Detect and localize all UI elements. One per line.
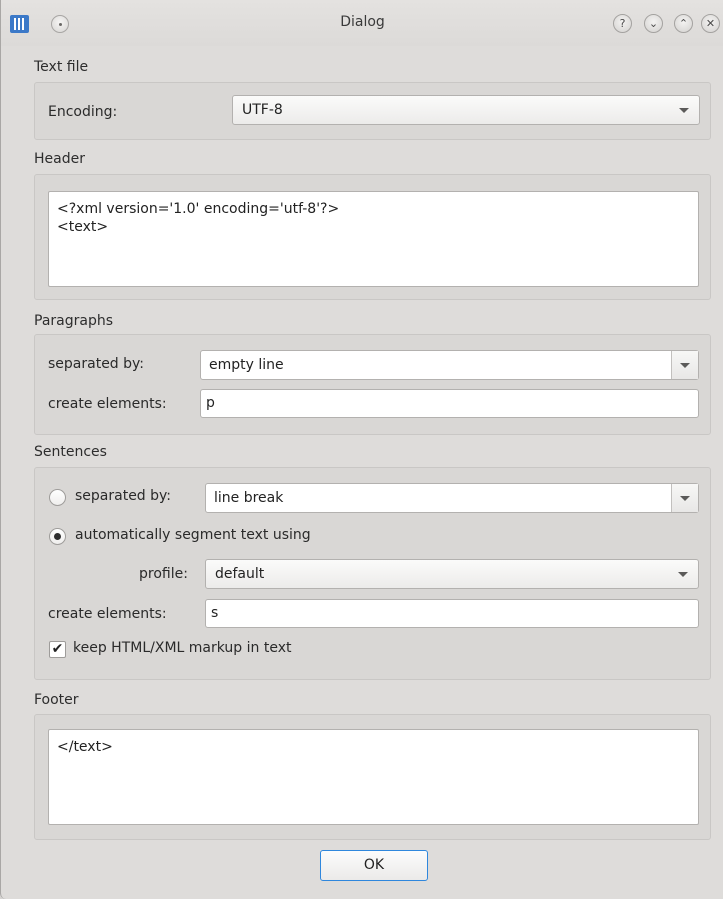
sentences-group-title: Sentences [34,444,107,460]
paragraphs-group-title: Paragraphs [34,313,114,329]
text-file-group: Encoding: UTF-8 [34,82,711,140]
header-group-title: Header [34,151,85,167]
title-bar[interactable]: Dialog ? ⌄ ⌃ ✕ [1,0,723,46]
auto-segment-label[interactable]: automatically segment text using [75,527,311,543]
text-file-group-title: Text file [34,59,89,75]
sentences-separator-combo[interactable]: line break [205,483,699,513]
paragraphs-separator-combo[interactable]: empty line [200,350,699,380]
minimize-button[interactable]: ⌄ [644,14,663,33]
sentences-elements-label: create elements: [48,606,167,622]
profile-label: profile: [139,566,188,582]
encoding-label: Encoding: [48,104,118,120]
maximize-button[interactable]: ⌃ [674,14,693,33]
keep-markup-label[interactable]: keep HTML/XML markup in text [73,640,291,656]
paragraphs-group: separated by: empty line create elements… [34,334,711,435]
profile-value: default [215,566,265,582]
paragraphs-elements-input[interactable]: p [200,389,699,418]
sentences-group: separated by: line break automatically s… [34,467,711,680]
dialog-window: Dialog ? ⌄ ⌃ ✕ Text file Encoding: UTF-8… [0,0,723,899]
header-group: <?xml version='1.0' encoding='utf-8'?> <… [34,174,711,300]
chevron-down-icon [680,363,690,368]
profile-combo[interactable]: default [205,559,699,589]
help-button[interactable]: ? [613,14,632,33]
footer-textarea[interactable]: </text> [48,729,699,825]
chevron-down-icon [679,108,689,113]
chevron-down-icon [680,496,690,501]
sentences-separator-value: line break [214,490,284,506]
close-button[interactable]: ✕ [701,14,720,33]
sentences-elements-input[interactable]: s [205,599,699,628]
ok-button[interactable]: OK [320,850,428,881]
dropdown-button[interactable] [671,351,698,379]
auto-segment-radio[interactable] [49,528,66,545]
paragraphs-separated-label: separated by: [48,356,145,372]
header-textarea[interactable]: <?xml version='1.0' encoding='utf-8'?> <… [48,191,699,287]
encoding-value: UTF-8 [242,102,283,118]
paragraphs-separator-value: empty line [209,357,284,373]
footer-group-title: Footer [34,692,79,708]
encoding-combo[interactable]: UTF-8 [232,95,700,125]
sentences-separated-label[interactable]: separated by: [75,488,171,504]
footer-group: </text> [34,714,711,840]
paragraphs-elements-label: create elements: [48,396,167,412]
dropdown-button[interactable] [671,484,698,512]
sentences-separated-radio[interactable] [49,489,66,506]
keep-markup-checkbox[interactable]: ✔ [49,641,66,658]
chevron-down-icon [678,572,688,577]
